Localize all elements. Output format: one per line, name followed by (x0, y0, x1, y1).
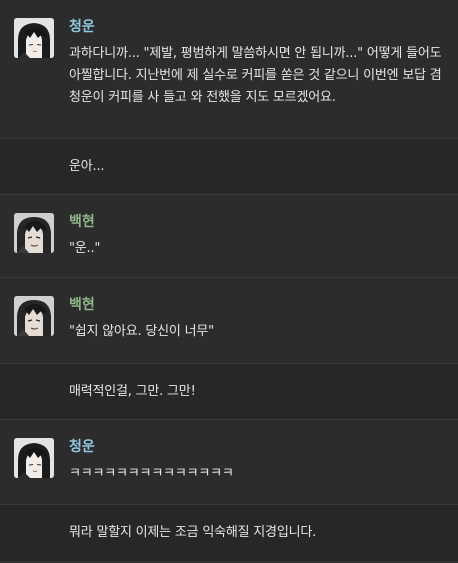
author-name[interactable]: 청운 (69, 18, 95, 36)
message-1: 청운 과하다니까... "제발, 평범하게 말씀하시면 안 됩니까..." 어떻… (0, 0, 458, 139)
author-name[interactable]: 백현 (69, 296, 95, 314)
chat-log: 청운 과하다니까... "제발, 평범하게 말씀하시면 안 됩니까..." 어떻… (0, 0, 458, 563)
author-name[interactable]: 백현 (69, 213, 95, 231)
cheongun-avatar[interactable] (14, 438, 54, 478)
message-6: 청운 ㅋㅋㅋㅋㅋㅋㅋㅋㅋㅋㅋㅋㅋㅋ (0, 420, 458, 505)
message-text: "운.." (69, 241, 101, 256)
message-text: ㅋㅋㅋㅋㅋㅋㅋㅋㅋㅋㅋㅋㅋㅋ (69, 466, 234, 481)
message-3: 백현 "운.." (0, 195, 458, 278)
message-text: 운아... (69, 159, 105, 174)
baekhyeon-avatar[interactable] (14, 296, 54, 336)
author-name[interactable]: 청운 (69, 438, 95, 456)
message-text: 과하다니까... "제발, 평범하게 말씀하시면 안 됩니까..." 어떻게 들… (69, 46, 442, 105)
message-5: 매력적인걸, 그만. 그만! (0, 364, 458, 420)
message-4: 백현 "쉽지 않아요. 당신이 너무" (0, 278, 458, 364)
message-2: 운아... (0, 139, 458, 195)
baekhyeon-avatar[interactable] (14, 213, 54, 253)
message-text: 매력적인걸, 그만. 그만! (69, 384, 196, 399)
message-7: 뭐라 말할지 이제는 조금 익숙해질 지경입니다. (0, 505, 458, 562)
message-text: "쉽지 않아요. 당신이 너무" (69, 324, 214, 339)
message-text: 뭐라 말할지 이제는 조금 익숙해질 지경입니다. (69, 525, 317, 540)
cheongun-avatar[interactable] (14, 18, 54, 58)
